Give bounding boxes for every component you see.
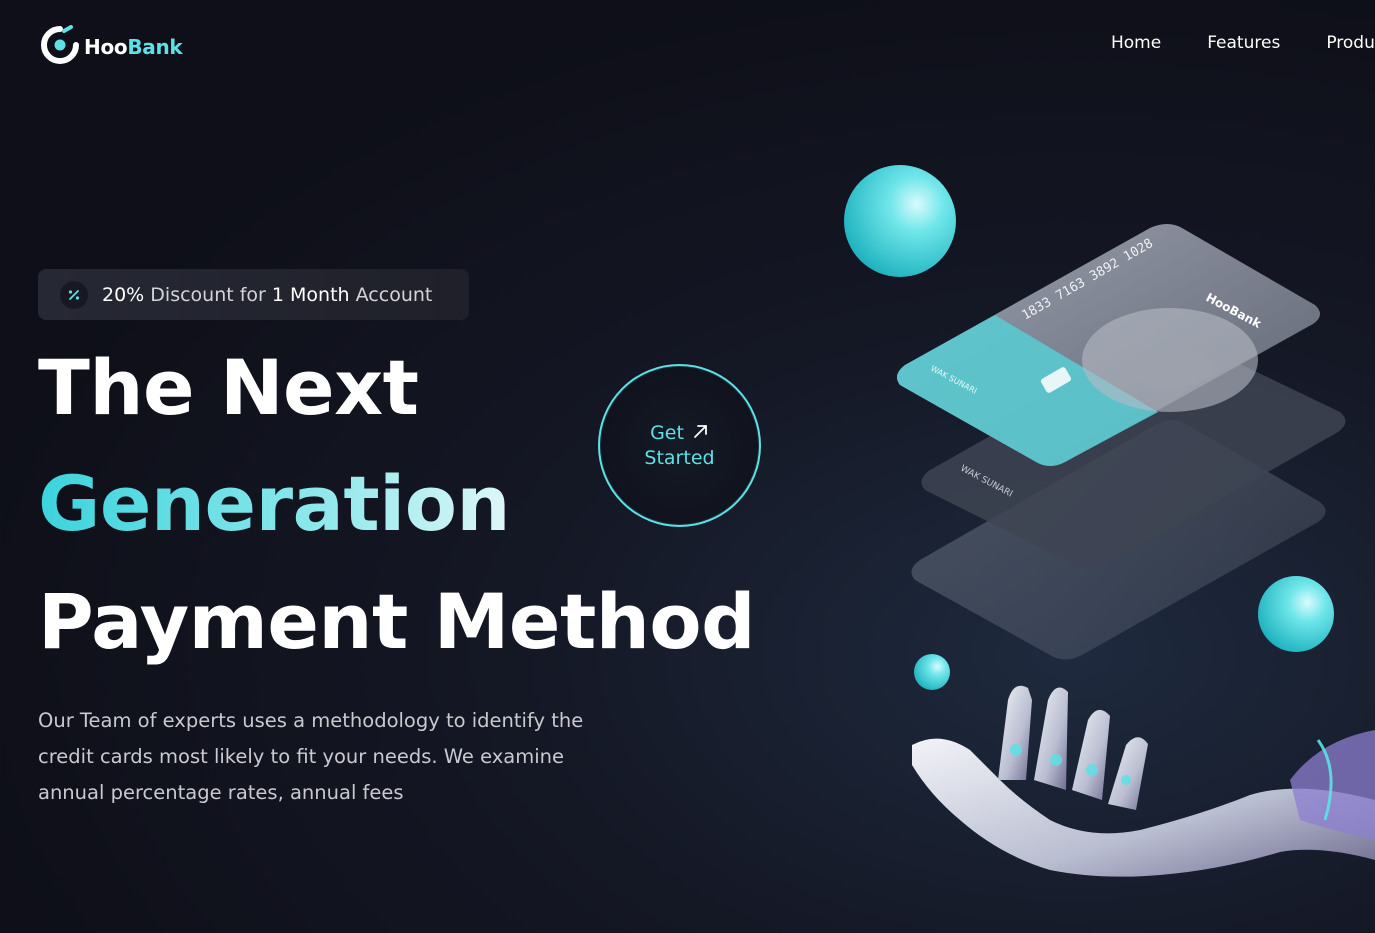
nav-item-home[interactable]: Home	[1111, 33, 1161, 53]
hero-title-line2: Generation	[38, 459, 511, 548]
decorative-sphere	[844, 165, 956, 277]
discount-icon	[60, 280, 88, 309]
navbar: HooBank Home Features Product	[0, 0, 1375, 92]
hero-description: Our Team of experts uses a methodology t…	[38, 709, 584, 804]
get-started-label-line1: Get	[650, 421, 684, 444]
card-emblem	[1128, 348, 1212, 388]
hero-title-line3: Payment Method	[38, 577, 756, 666]
discount-text: 20% Discount for 1 Month Account	[102, 283, 433, 306]
discount-badge: 20% Discount for 1 Month Account	[38, 269, 469, 320]
get-started-button[interactable]: Get Started	[598, 364, 761, 527]
brand-logo[interactable]: HooBank	[40, 25, 183, 69]
robot-hand	[912, 685, 1375, 877]
brand-name: HooBank	[84, 35, 183, 59]
nav-item-product[interactable]: Product	[1326, 33, 1375, 53]
nav-item-features[interactable]: Features	[1207, 33, 1280, 53]
hero-title-line1: The Next	[38, 343, 419, 432]
arrow-up-right-icon	[692, 423, 709, 444]
decorative-sphere	[914, 654, 950, 690]
decorative-sphere	[1258, 576, 1334, 652]
nav-links: Home Features Product	[1111, 33, 1375, 53]
hoobank-logo-icon	[40, 25, 80, 69]
get-started-label-line2: Started	[644, 446, 715, 469]
hero-illustration: WAK SUNARI 1833 7163 3892 1028 HooBank W…	[820, 140, 1375, 933]
